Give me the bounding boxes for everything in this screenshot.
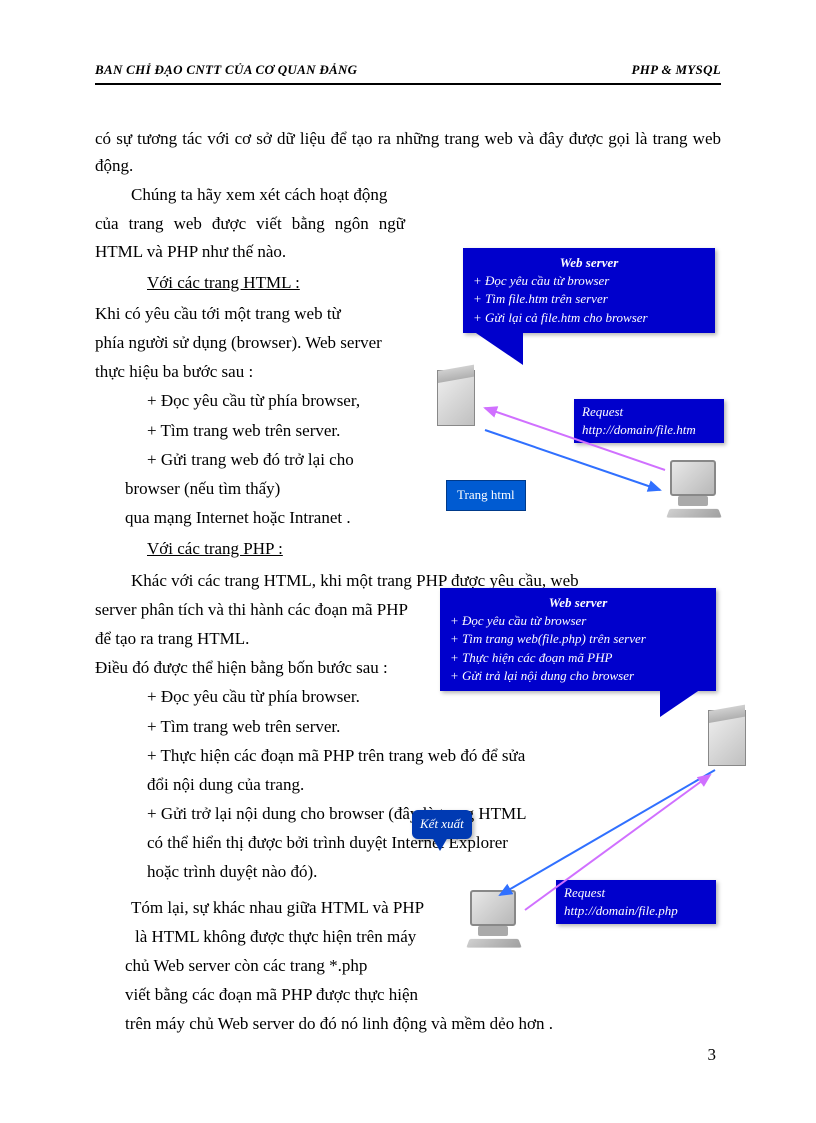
callout-line: + Đọc yêu cầu từ browser xyxy=(473,272,705,290)
callout-line: + Thực hiện các đoạn mã PHP xyxy=(450,649,706,667)
computer-icon xyxy=(470,890,516,926)
paragraph: phía người sử dụng (browser). Web server xyxy=(95,329,405,356)
bullet: + Gửi trở lại nội dung cho browser (đây … xyxy=(95,800,721,827)
header-right: PHP & MYSQL xyxy=(632,60,721,81)
callout-line: http://domain/file.htm xyxy=(582,421,716,439)
section-title-php: Với các trang PHP : xyxy=(147,535,721,562)
callout-line: + Đọc yêu cầu từ browser xyxy=(450,612,706,630)
ketxuat-callout: Kết xuất xyxy=(412,810,472,839)
callout-line: + Tìm file.htm trên server xyxy=(473,290,705,308)
paragraph: để tạo ra trang HTML. xyxy=(95,625,425,652)
callout-line: Request xyxy=(564,884,708,902)
bullet: + Gửi trang web đó trở lại cho xyxy=(95,446,721,473)
bullet: + Thực hiện các đoạn mã PHP trên trang w… xyxy=(95,742,721,769)
page-header: BAN CHỈ ĐẠO CNTT CỦA CƠ QUAN ĐẢNG PHP & … xyxy=(95,60,721,85)
paragraph: là HTML không được thực hiện trên máy xyxy=(95,923,425,950)
webserver-callout-2: Web server + Đọc yêu cầu từ browser + Tì… xyxy=(440,588,716,691)
callout-line: + Gửi lại cả file.htm cho browser xyxy=(473,309,705,327)
paragraph: thực hiệu ba bước sau : xyxy=(95,358,405,385)
tranghtml-label: Trang html xyxy=(446,480,526,511)
header-left: BAN CHỈ ĐẠO CNTT CỦA CƠ QUAN ĐẢNG xyxy=(95,60,357,81)
paragraph: Chúng ta hãy xem xét cách hoạt động xyxy=(95,181,405,208)
paragraph: có sự tương tác với cơ sở dữ liệu để tạo… xyxy=(95,125,721,179)
paragraph: Điều đó được thể hiện bằng bốn bước sau … xyxy=(95,654,425,681)
paragraph: của trang web được viết bằng ngôn ngữ HT… xyxy=(95,210,405,264)
page-number: 3 xyxy=(708,1041,717,1068)
paragraph: chủ Web server còn các trang *.php xyxy=(95,952,425,979)
request-callout-2: Request http://domain/file.php xyxy=(556,880,716,924)
paragraph: server phân tích và thi hành các đoạn mã… xyxy=(95,596,425,623)
paragraph: viết bằng các đoạn mã PHP được thực hiện xyxy=(95,981,425,1008)
bullet-cont: có thể hiển thị được bởi trình duyệt Int… xyxy=(95,829,721,856)
bullet-cont: browser (nếu tìm thấy) xyxy=(95,475,721,502)
callout-line: Kết xuất xyxy=(420,816,464,831)
bullet-cont: qua mạng Internet hoặc Intranet . xyxy=(95,504,721,531)
paragraph: trên máy chủ Web server do đó nó linh độ… xyxy=(95,1010,721,1037)
bullet-cont: đổi nội dung của trang. xyxy=(95,771,721,798)
computer-icon xyxy=(670,460,716,496)
callout-title: Web server xyxy=(450,594,706,612)
paragraph: Tóm lại, sự khác nhau giữa HTML và PHP xyxy=(95,894,425,921)
callout-line: + Gửi trả lại nội dung cho browser xyxy=(450,667,706,685)
server-icon xyxy=(437,370,475,426)
webserver-callout-1: Web server + Đọc yêu cầu từ browser + Tì… xyxy=(463,248,715,333)
callout-line: http://domain/file.php xyxy=(564,902,708,920)
callout-line: + Tìm trang web(file.php) trên server xyxy=(450,630,706,648)
callout-title: Web server xyxy=(473,254,705,272)
server-icon xyxy=(708,710,746,766)
label-text: Trang html xyxy=(457,487,515,502)
request-callout-1: Request http://domain/file.htm xyxy=(574,399,724,443)
bullet: + Tìm trang web trên server. xyxy=(95,713,721,740)
paragraph: Khi có yêu cầu tới một trang web từ xyxy=(95,300,405,327)
callout-line: Request xyxy=(582,403,716,421)
